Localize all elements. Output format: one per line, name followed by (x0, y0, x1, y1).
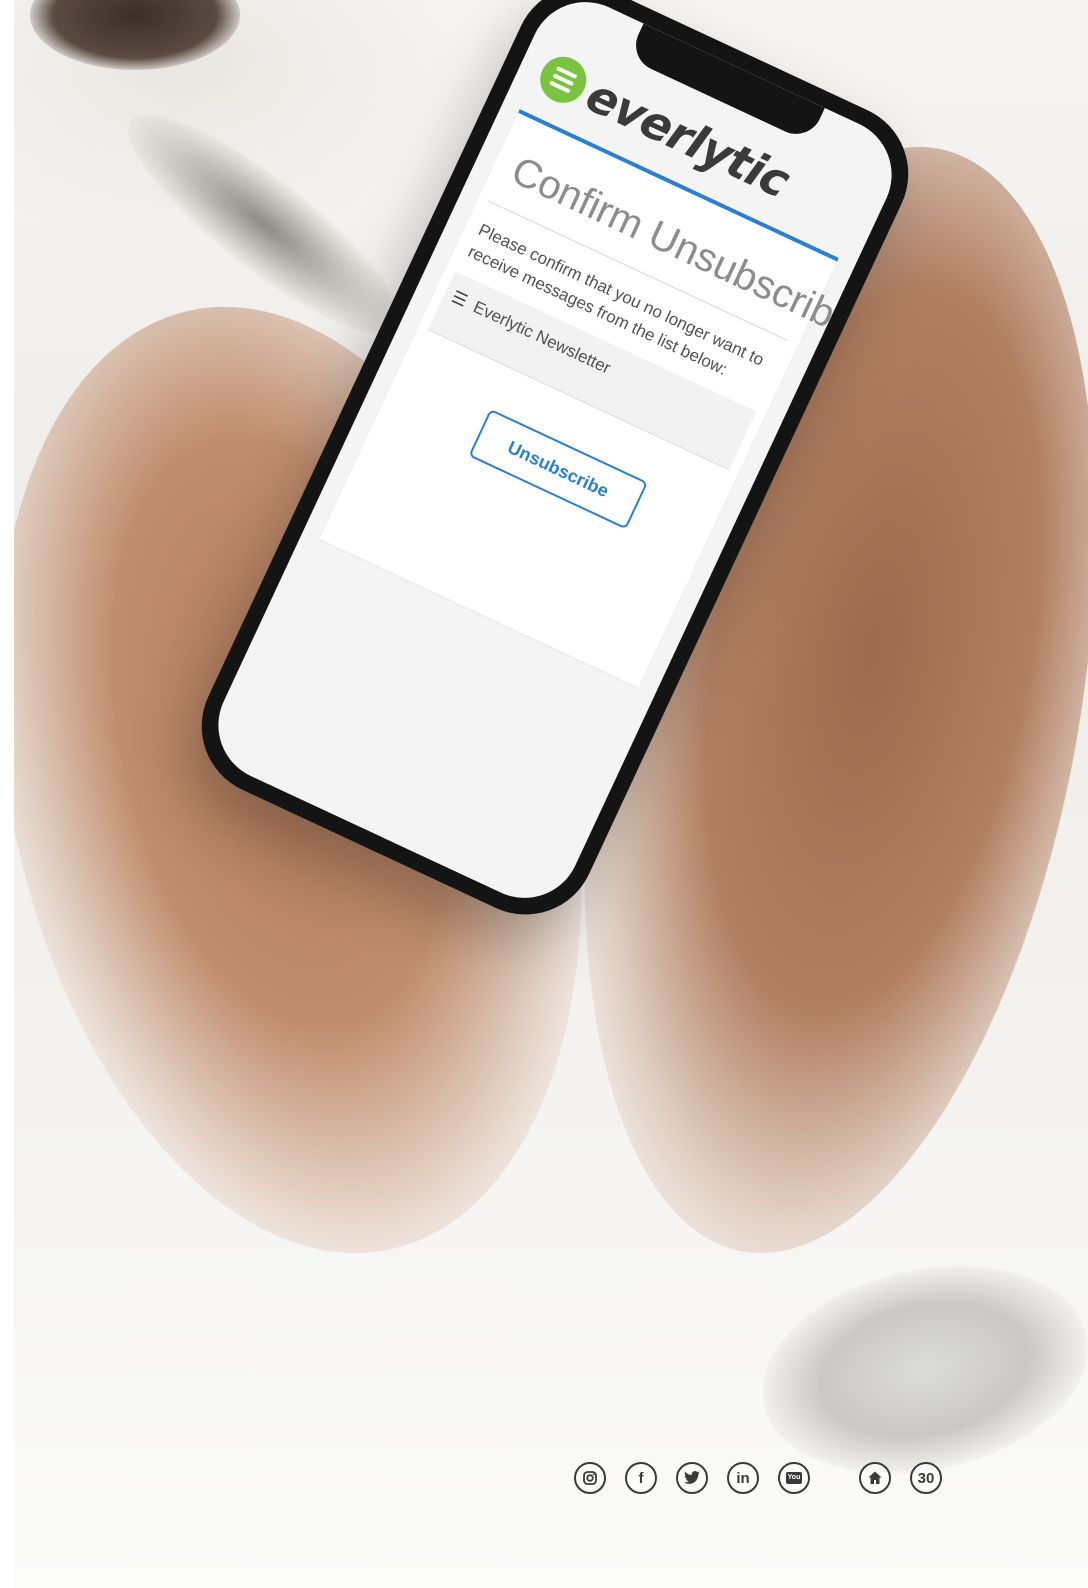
page-margin (0, 0, 14, 1588)
list-icon: ☰ (448, 287, 471, 311)
footer-nav: f in You 30 (574, 1460, 961, 1496)
instagram-icon[interactable] (574, 1462, 606, 1494)
youtube-icon[interactable]: You (778, 1462, 810, 1494)
twitter-icon[interactable] (676, 1462, 708, 1494)
page-number: 30 (910, 1462, 942, 1494)
youtube-glyph: You (785, 1472, 803, 1484)
linkedin-icon[interactable]: in (727, 1462, 759, 1494)
facebook-icon[interactable]: f (625, 1462, 657, 1494)
home-icon[interactable] (859, 1462, 891, 1494)
unsubscribe-button[interactable]: Unsubscribe (468, 408, 649, 530)
